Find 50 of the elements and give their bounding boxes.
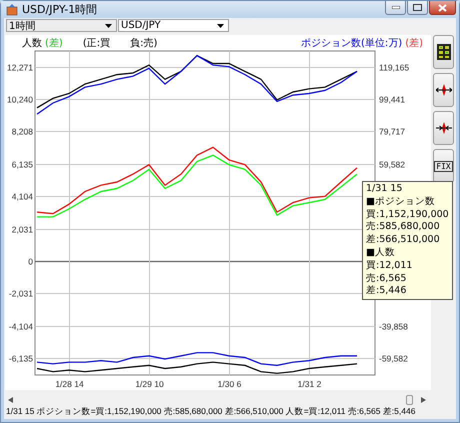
y-axis-label: -6,135 bbox=[8, 354, 33, 364]
legend-label: ポジション数(単位:万) bbox=[301, 36, 402, 50]
shrink-arrows-icon bbox=[436, 122, 452, 134]
expand-arrows-icon bbox=[436, 84, 452, 96]
y-axis-label: 4,104 bbox=[12, 192, 33, 202]
legend-label: (差) bbox=[45, 36, 63, 50]
secondary-y-axis-label: 99,441 bbox=[379, 94, 405, 104]
x-axis-label: 1/31 2 bbox=[298, 379, 322, 389]
display-mode-button[interactable] bbox=[433, 35, 454, 69]
maximize-icon bbox=[413, 4, 422, 11]
minimize-icon bbox=[392, 6, 400, 9]
scrollbar-thumb[interactable] bbox=[406, 394, 413, 404]
app-icon bbox=[6, 4, 18, 16]
legend-label: 人数 bbox=[22, 36, 42, 50]
legend-label: (差) bbox=[405, 36, 423, 50]
y-axis-label: 0 bbox=[28, 256, 33, 266]
tooltip: 1/31 15 ■ポジション数 買:1,152,190,000 売:585,680,000 差:566,510,000 ■人数 買:12,011 売:6,565 差:5,446 bbox=[362, 181, 453, 300]
x-axis-label: 1/28 14 bbox=[55, 379, 84, 389]
zoom-out-button[interactable] bbox=[433, 73, 454, 107]
maximize-button[interactable] bbox=[407, 1, 428, 15]
period-dropdown[interactable]: 1時間 bbox=[6, 19, 117, 32]
legend-label: 負:売) bbox=[130, 36, 158, 50]
left-arrow-icon[interactable] bbox=[8, 396, 13, 402]
window-title: USD/JPY-1時間 bbox=[22, 2, 98, 17]
x-axis-label: 1/29 10 bbox=[135, 379, 164, 389]
grid-icon bbox=[436, 44, 450, 60]
y-axis-label: 10,240 bbox=[7, 94, 33, 104]
secondary-y-axis-label: -39,858 bbox=[379, 322, 408, 332]
secondary-y-axis-label: 59,582 bbox=[379, 160, 405, 170]
secondary-y-axis-label: 79,717 bbox=[379, 126, 405, 136]
y-axis-label: -4,104 bbox=[8, 322, 33, 332]
y-axis-label: -2,031 bbox=[8, 288, 33, 298]
y-axis-label: 2,031 bbox=[12, 224, 33, 234]
y-axis-label: 12,271 bbox=[7, 62, 33, 72]
legend-label: (正:買 bbox=[82, 36, 110, 50]
fix-button[interactable]: FIX bbox=[433, 149, 454, 183]
secondary-y-axis-label: -59,582 bbox=[379, 354, 408, 364]
x-axis-label: 1/30 6 bbox=[218, 379, 242, 389]
currency-pair-dropdown[interactable]: USD/JPY bbox=[118, 19, 229, 32]
close-button[interactable] bbox=[429, 1, 456, 15]
caret-icon bbox=[217, 24, 224, 28]
close-icon bbox=[438, 4, 447, 12]
right-arrow-icon[interactable] bbox=[421, 396, 426, 402]
y-axis-label: 8,208 bbox=[12, 126, 33, 136]
y-axis-label: 6,135 bbox=[12, 160, 33, 170]
minimize-button[interactable] bbox=[385, 1, 406, 15]
caret-icon bbox=[105, 24, 112, 28]
zoom-in-button[interactable] bbox=[433, 111, 454, 145]
secondary-y-axis-label: 119,165 bbox=[379, 62, 410, 72]
status-text: 1/31 15 ポジション数=買:1,152,190,000 売:585,680,000 差:566,510,000 人数=買:12,011 売:6,565 差:5,446 bbox=[5, 405, 416, 418]
